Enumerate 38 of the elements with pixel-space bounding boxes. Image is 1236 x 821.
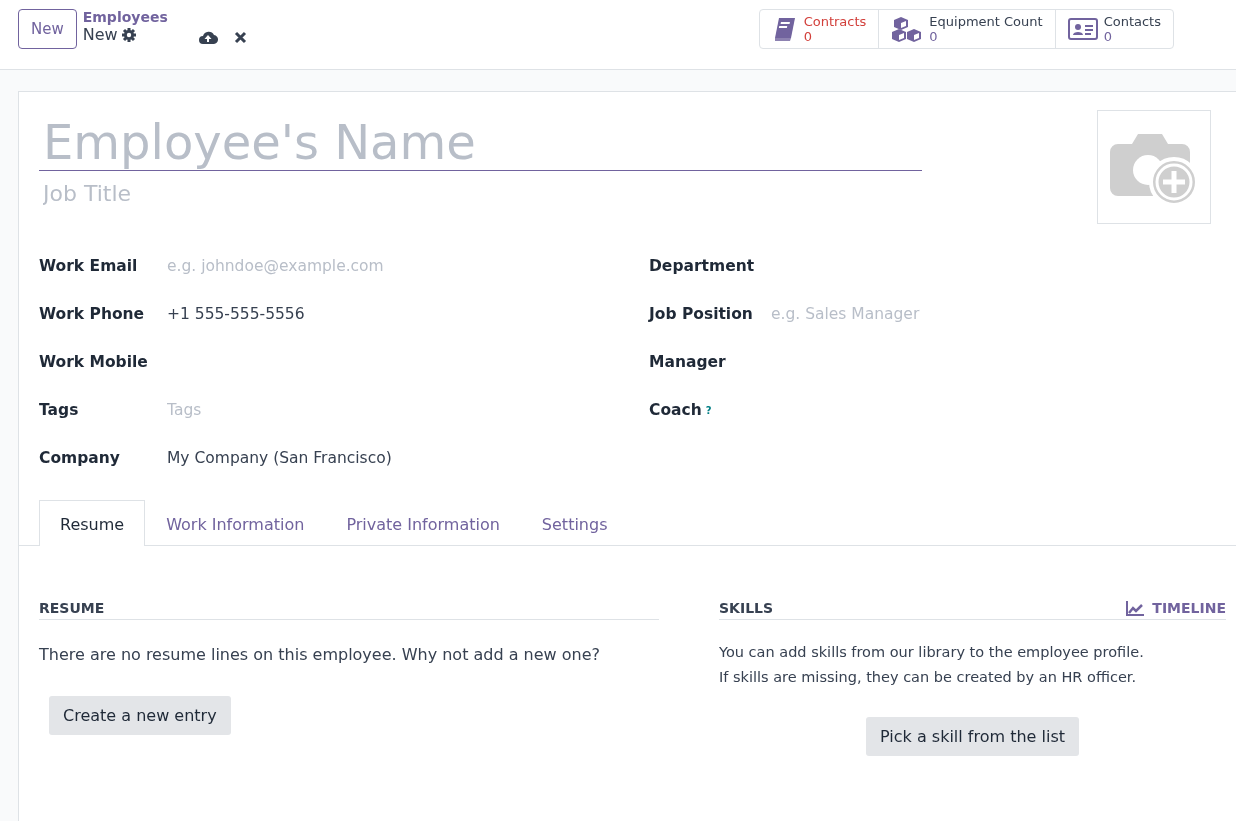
field-label: Coach	[649, 401, 702, 419]
stat-button[interactable]: Contracts 0	[759, 10, 880, 48]
field-label: Job Position	[649, 305, 754, 323]
section-title: RESUME	[39, 600, 105, 616]
input-field[interactable]: e.g. Sales Manager	[771, 300, 1216, 328]
record-title: New	[82, 25, 118, 44]
field-label: Work Phone	[39, 305, 146, 323]
breadcrumb-link[interactable]: Employees	[82, 9, 168, 25]
tab[interactable]: Resume	[39, 500, 146, 546]
input-field[interactable]: My Company (San Francisco)	[167, 444, 649, 472]
field-label: Work Email	[39, 257, 139, 275]
contact-card-icon	[1067, 17, 1098, 41]
new-button[interactable]: New	[18, 9, 77, 49]
line-chart-icon	[1126, 600, 1145, 616]
input-field[interactable]: e.g. johndoe@example.com	[167, 252, 649, 280]
tab[interactable]: Work Information	[145, 500, 326, 546]
input-field[interactable]: Tags	[167, 396, 649, 424]
field-label: Manager	[649, 353, 727, 371]
timeline-button[interactable]: TIMELINE	[1126, 600, 1226, 616]
empty-message: There are no resume lines on this employee. Why not add a new one?	[39, 644, 601, 666]
stat-button[interactable]: Contacts 0	[1055, 10, 1173, 48]
boxes-icon	[891, 16, 924, 42]
section-title: SKILLS	[719, 600, 774, 616]
field-label: Tags	[39, 401, 80, 419]
help-mark[interactable]: ?	[705, 404, 712, 416]
input-field[interactable]: +1 555-555-5556	[167, 300, 649, 328]
tab[interactable]: Private Information	[325, 500, 521, 546]
cloud-upload-icon[interactable]	[197, 29, 218, 45]
tab[interactable]: Settings	[520, 500, 629, 546]
field-label: Department	[649, 257, 756, 275]
pick-skill-button[interactable]: Pick a skill from the list	[866, 717, 1079, 756]
skills-message: You can add skills from our library to the employee profile. If skills are missing, they can be created by an HR officer.	[719, 643, 1145, 687]
field-label: Work Mobile	[39, 353, 149, 371]
create-entry-button[interactable]: Create a new entry	[49, 696, 231, 735]
stat-button[interactable]: Equipment Count 0	[879, 10, 1056, 48]
close-icon[interactable]	[233, 30, 247, 44]
settings-icon[interactable]	[120, 26, 137, 43]
field-label: Company	[39, 449, 121, 467]
